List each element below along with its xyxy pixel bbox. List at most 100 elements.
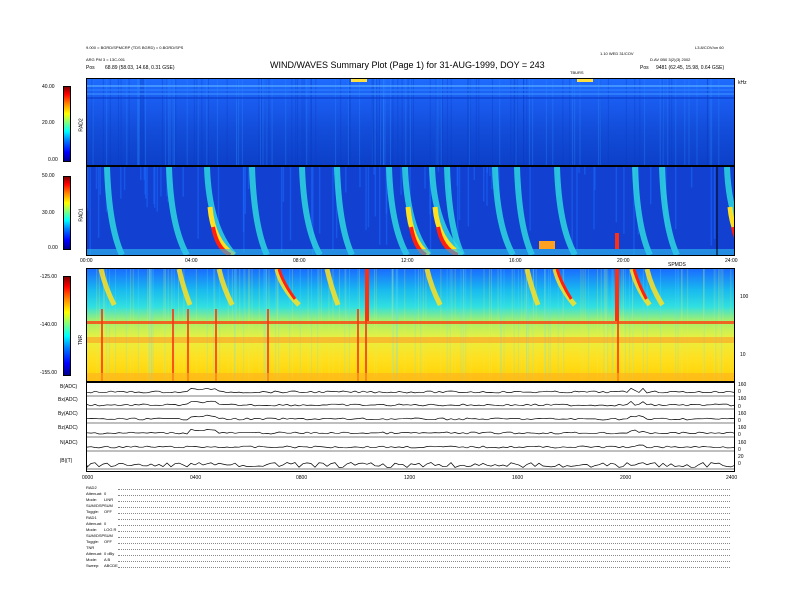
rad2-streak (696, 79, 698, 165)
rad1-ylabel: RAD1 (78, 208, 85, 222)
tnr-streak (137, 269, 139, 381)
rad1-streak (97, 167, 100, 238)
footer-group-head: RAD2 (86, 485, 97, 490)
tnr-streak (719, 269, 721, 381)
mag-right-tick: 0 (738, 389, 741, 396)
rad2-streak (552, 79, 554, 165)
footer-dotted-row (118, 531, 730, 532)
rad2-streak (196, 79, 198, 165)
footer-param-key: SUM/DSP: (86, 503, 106, 508)
rad2-streak (91, 79, 93, 165)
rad2-streak (516, 79, 518, 165)
tnr-streak (167, 269, 169, 381)
header-right-line2: D.AV 0B0 3(2)(3) 2002 (650, 57, 691, 62)
rad2-streak (405, 79, 407, 165)
rad1-streak (365, 167, 367, 231)
tnr-streak (513, 269, 515, 381)
rad2-streak (532, 79, 534, 165)
rad2-streak (109, 79, 111, 165)
mag-right-tick: 0 (738, 403, 741, 410)
rad2-streak (468, 79, 470, 165)
footer-param-value: 0 (104, 521, 107, 526)
tnr-streak (338, 269, 340, 381)
mag-series-label-1: Bx(ADC) (58, 397, 78, 403)
footer-param-key: Mode: (86, 557, 98, 562)
footer-param-value: OFF (104, 509, 112, 514)
rad1-spectrogram (87, 167, 734, 255)
tnr-streak (521, 269, 523, 381)
rad2-streak (291, 79, 293, 165)
rad2-streak (662, 79, 664, 165)
tnr-heatmap (86, 268, 735, 382)
rad1-streak (332, 167, 334, 251)
rad1-streak (89, 167, 91, 255)
rad2-streak (173, 79, 175, 165)
header-left-pos-value: 68.89 (58.03, 14.68, 0.31 GSE) (105, 65, 175, 71)
tnr-streak (629, 269, 631, 381)
tnr-streak (152, 269, 154, 381)
tnr-right-tick-1: 10 (740, 352, 746, 358)
tnr-streak (687, 269, 689, 381)
rad2-band (87, 97, 734, 99)
rad2-streak (523, 79, 525, 165)
rad2-streak (711, 79, 713, 165)
footer-dotted-row (118, 519, 730, 520)
rad2-streak (718, 79, 720, 165)
tnr-streak (239, 269, 241, 381)
tnr-bottom-band (87, 373, 734, 381)
rad2-band (87, 85, 734, 87)
footer-param-key: Toggle: (86, 539, 99, 544)
rad2-streak (668, 79, 670, 165)
rad2-streak (599, 79, 601, 165)
rad1-streak (615, 167, 618, 223)
upper-right-mark: TBURS (570, 70, 584, 75)
mag-lines (87, 387, 734, 470)
rad2-streak (258, 79, 260, 165)
tnr-ylabel: TNR (78, 334, 85, 346)
rad2-streak (379, 79, 381, 165)
rad1-xtick-0: 00:00 (80, 258, 93, 264)
rad2-streak (625, 79, 627, 165)
footer-dotted-row (118, 507, 730, 508)
rad1-streak (310, 167, 313, 224)
tnr-streak (584, 269, 586, 381)
tnr-streak (249, 269, 251, 381)
rad1-streak (95, 167, 98, 190)
rad2-streak (467, 79, 469, 165)
tnr-streak (588, 269, 590, 381)
mag-right-tick: 0 (738, 446, 741, 453)
tnr-streak (606, 269, 608, 381)
rad2-streak (569, 79, 571, 165)
rad1-streak (473, 167, 476, 180)
rad2-streak (102, 79, 104, 165)
rad2-streak (384, 79, 386, 165)
tnr-streak (317, 269, 319, 381)
rad2-streak (688, 79, 690, 165)
tnr-streak (623, 269, 625, 381)
rad1-streak (140, 167, 142, 180)
rad2-streak (310, 79, 312, 165)
tnr-streak (611, 269, 613, 381)
tnr-streak (219, 269, 221, 381)
rad2-streak (140, 79, 142, 165)
footer-dotted-row (118, 495, 730, 496)
rad2-streak (526, 79, 528, 165)
tnr-spike (365, 269, 369, 321)
rad2-streak (572, 79, 574, 165)
footer-param-key: Attenuat: (86, 491, 103, 496)
tnr-streak (311, 269, 313, 381)
rad1-streak (576, 167, 578, 251)
footer-param-key: Mode: (86, 527, 98, 532)
rad1-streak (467, 167, 470, 227)
tnr-streak (130, 269, 132, 381)
footer-param-value: LINR (104, 497, 114, 502)
rad1-streak (489, 167, 491, 176)
rad2-streak (372, 79, 374, 165)
rad2-streak (335, 79, 337, 165)
mag-right-tick: 20 (738, 454, 744, 460)
rad2-streak (186, 79, 188, 165)
rad2-streak (347, 79, 349, 165)
mag-series-line (87, 387, 734, 394)
rad2-streak (297, 79, 299, 165)
rad2-streak (528, 79, 530, 165)
